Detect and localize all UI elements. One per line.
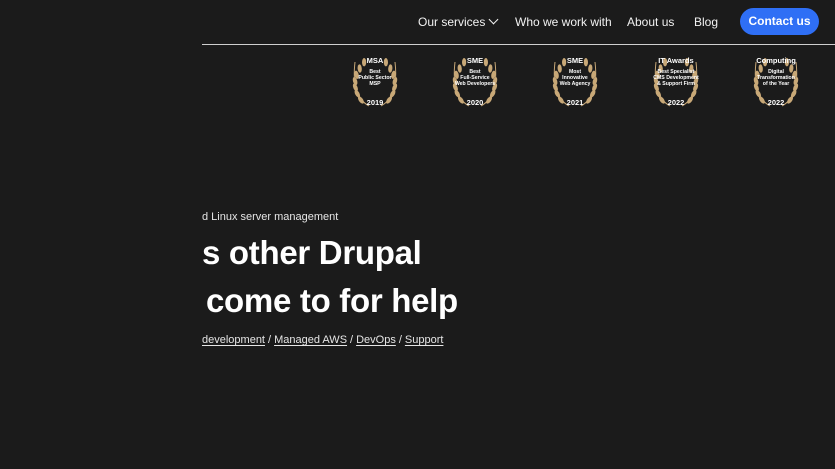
link-separator: / — [268, 334, 272, 346]
award-badge: SME Most Innovative Web Agency 2021 — [534, 52, 616, 112]
award-desc-line: MSP — [369, 81, 381, 88]
award-title: IT Awards — [658, 56, 694, 65]
contact-us-button[interactable]: Contact us — [740, 8, 819, 35]
chevron-down-icon — [488, 14, 499, 25]
award-year: 2021 — [566, 98, 584, 107]
nav-blog[interactable]: Blog — [694, 14, 718, 30]
hero-headline-line-1: s other Drupal — [202, 234, 422, 271]
award-title: MSA — [366, 56, 384, 65]
link-separator: / — [398, 334, 402, 346]
award-badge: IT Awards Best Specialist CMS Developmen… — [635, 52, 717, 112]
nav-divider — [202, 44, 835, 45]
link-devops[interactable]: DevOps — [356, 334, 396, 346]
award-desc-line: Web Developers — [454, 81, 496, 88]
award-year: 2019 — [366, 98, 384, 107]
award-badge: MSA Best Public Sector MSP 2019 — [334, 52, 416, 112]
award-title: SME — [566, 56, 584, 65]
page: Our services Who we work with About us B… — [0, 0, 835, 469]
link-separator: / — [350, 334, 354, 346]
award-badge: SME Best Full-Service Web Developers 202… — [434, 52, 516, 112]
nav-our-services-label: Our services — [418, 15, 486, 29]
award-year: 2022 — [667, 98, 685, 107]
hero-tagline: d Linux server management — [202, 211, 339, 223]
link-development[interactable]: development — [202, 334, 265, 346]
award-desc-line: & Support Firm — [657, 81, 695, 88]
award-badge: Computing Digital Transformation of the … — [735, 52, 817, 112]
award-year: 2020 — [466, 98, 484, 107]
award-year: 2022 — [767, 98, 785, 107]
nav-our-services[interactable]: Our services — [418, 14, 499, 30]
hero-headline-line-2: come to for help — [206, 282, 458, 319]
link-support[interactable]: Support — [405, 334, 444, 346]
award-title: Computing — [756, 56, 796, 65]
award-desc-line: Web Agency — [559, 81, 591, 88]
nav-about-us[interactable]: About us — [627, 14, 674, 30]
award-description: Most Innovative Web Agency — [546, 69, 604, 88]
nav-who-we-work-with[interactable]: Who we work with — [515, 14, 612, 30]
top-navigation: Our services Who we work with About us B… — [0, 0, 835, 44]
award-description: Digital Transformation of the Year — [747, 69, 805, 88]
award-description: Best Specialist CMS Development & Suppor… — [647, 69, 705, 88]
hero-service-links: development / Managed AWS / DevOps / Support — [202, 334, 443, 346]
award-description: Best Public Sector MSP — [346, 69, 404, 88]
award-desc-line: of the Year — [762, 81, 790, 88]
award-description: Best Full-Service Web Developers — [446, 69, 504, 88]
award-title: SME — [466, 56, 484, 65]
link-managed-aws[interactable]: Managed AWS — [274, 334, 347, 346]
